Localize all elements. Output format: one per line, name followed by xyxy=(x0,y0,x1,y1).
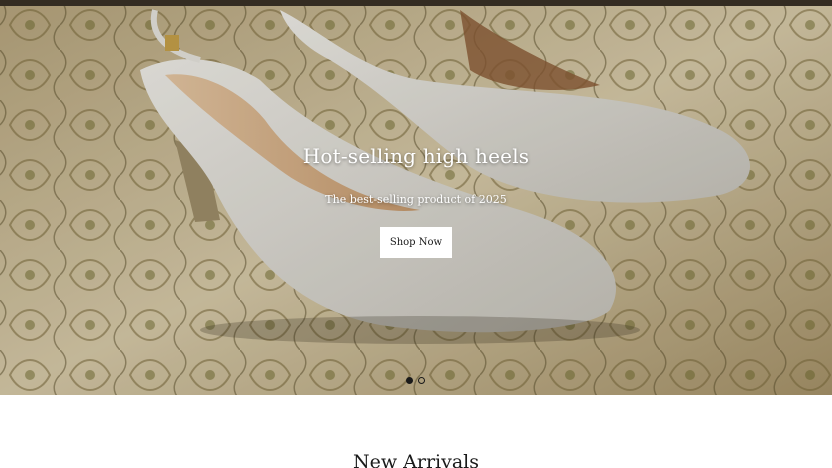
shop-now-button[interactable]: Shop Now xyxy=(380,227,452,258)
carousel-dots xyxy=(406,377,425,384)
hero-subtitle: The best-selling product of 2025 xyxy=(325,193,507,206)
hero-title: Hot-selling high heels xyxy=(302,144,530,168)
page: Hot-selling high heels The best-selling … xyxy=(0,0,832,468)
carousel-dot-2[interactable] xyxy=(418,377,425,384)
new-arrivals-heading: New Arrivals xyxy=(352,451,480,468)
carousel-dot-1[interactable] xyxy=(406,377,413,384)
hero-banner: Hot-selling high heels The best-selling … xyxy=(0,0,832,395)
